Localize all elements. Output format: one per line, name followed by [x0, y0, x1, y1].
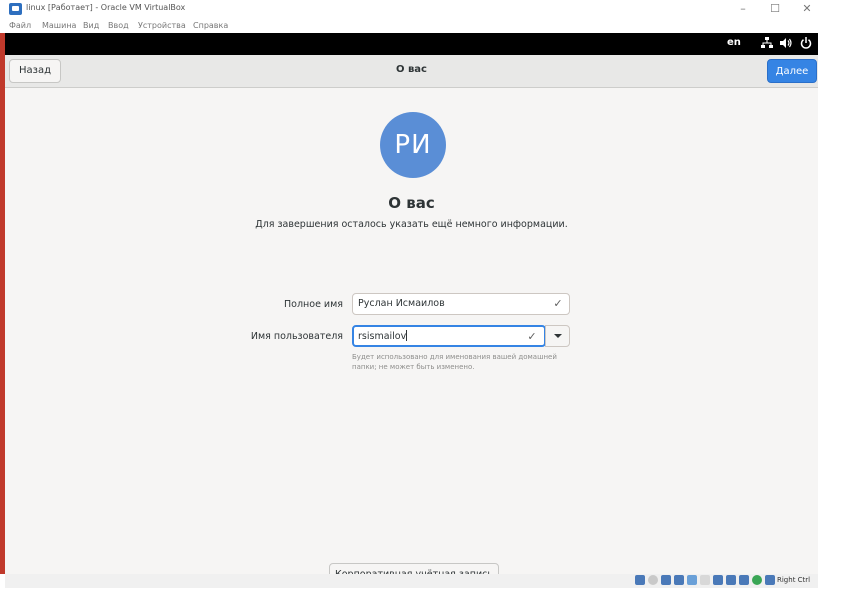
minimize-button[interactable]: – — [731, 1, 755, 17]
cpu-icon[interactable] — [739, 575, 749, 585]
username-suggestions-dropdown[interactable] — [545, 325, 570, 347]
close-button[interactable]: ✕ — [795, 1, 819, 17]
setup-headerbar: Назад О вас Далее — [5, 55, 818, 88]
check-icon: ✓ — [553, 297, 563, 310]
window-title: linux [Работает] - Oracle VM VirtualBox — [26, 3, 186, 12]
username-label: Имя пользователя — [250, 331, 343, 342]
setup-page-content: РИ О вас Для завершения осталось указать… — [5, 88, 818, 574]
username-field[interactable]: rsismailov ✓ — [352, 325, 546, 347]
next-button[interactable]: Далее — [767, 59, 817, 83]
menu-devices[interactable]: Устройства — [138, 21, 186, 30]
menu-view[interactable]: Вид — [83, 21, 99, 30]
display-icon[interactable] — [713, 575, 723, 585]
header-title: О вас — [396, 64, 427, 75]
menu-help[interactable]: Справка — [193, 21, 228, 30]
hdd-icon[interactable] — [635, 575, 645, 585]
avatar[interactable]: РИ — [380, 112, 446, 178]
shared-folder-icon[interactable] — [700, 575, 710, 585]
usb-icon[interactable] — [687, 575, 697, 585]
audio-icon[interactable] — [661, 575, 671, 585]
network-icon[interactable] — [760, 37, 774, 51]
menu-input[interactable]: Ввод — [108, 21, 129, 30]
virtualbox-window: linux [Работает] - Oracle VM VirtualBox … — [0, 0, 847, 593]
volume-icon[interactable] — [779, 37, 793, 51]
page-subtitle: Для завершения осталось указать ещё немн… — [255, 219, 568, 230]
text-caret — [406, 330, 408, 341]
virtualbox-app-icon — [9, 3, 22, 15]
check-icon: ✓ — [527, 330, 537, 343]
guest-screen: en Назад О вас Далее РИ О вас Для заверш… — [5, 33, 818, 574]
username-value-wrap: rsismailov — [358, 330, 408, 342]
menu-machine[interactable]: Машина — [42, 21, 76, 30]
mouse-integration-icon[interactable] — [752, 575, 762, 585]
chevron-down-icon — [554, 334, 562, 338]
full-name-field[interactable]: Руслан Исмаилов ✓ — [352, 293, 570, 315]
host-statusbar: Right Ctrl — [5, 574, 818, 588]
network-icon[interactable] — [674, 575, 684, 585]
enterprise-login-button[interactable]: Корпоративная учётная запись — [329, 563, 499, 574]
recording-icon[interactable] — [726, 575, 736, 585]
menu-file[interactable]: Файл — [9, 21, 31, 30]
host-menubar: Файл Машина Вид Ввод Устройства Справка — [0, 20, 847, 33]
full-name-label: Полное имя — [284, 299, 343, 310]
keyboard-icon[interactable] — [765, 575, 775, 585]
username-hint: Будет использовано для именования вашей … — [352, 353, 557, 371]
window-titlebar: linux [Работает] - Oracle VM VirtualBox … — [0, 0, 847, 20]
input-language-indicator[interactable]: en — [727, 37, 741, 48]
gnome-topbar: en — [5, 33, 818, 55]
page-title: О вас — [388, 194, 435, 212]
maximize-button[interactable]: ☐ — [763, 1, 787, 17]
username-value: rsismailov — [358, 331, 407, 342]
power-icon[interactable] — [799, 37, 813, 51]
optical-icon[interactable] — [648, 575, 658, 585]
host-key-label: Right Ctrl — [777, 576, 811, 584]
full-name-value: Руслан Исмаилов — [358, 298, 445, 309]
